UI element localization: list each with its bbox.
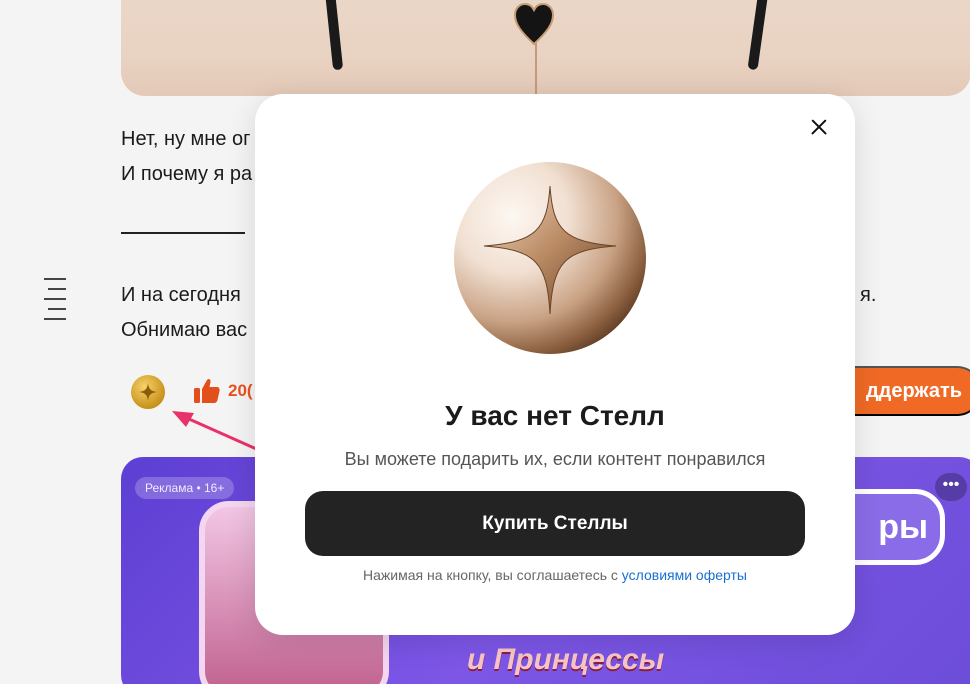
close-icon[interactable] bbox=[805, 114, 833, 142]
heart-pendant-icon bbox=[513, 2, 555, 46]
article-text-line: И на сегодня bbox=[121, 284, 241, 306]
table-of-contents-icon[interactable] bbox=[44, 278, 68, 328]
ad-title: и Принцессы bbox=[467, 643, 665, 676]
necklace-chain bbox=[535, 40, 537, 96]
offer-terms-link[interactable]: условиями оферты bbox=[622, 567, 747, 583]
strap-left bbox=[324, 0, 344, 71]
stella-coin-icon bbox=[452, 162, 648, 358]
stella-button[interactable] bbox=[131, 375, 165, 409]
sparkle-icon bbox=[139, 383, 157, 401]
article-text-line-end: я. bbox=[860, 284, 877, 306]
text-divider bbox=[121, 232, 245, 234]
thumbs-up-icon[interactable] bbox=[192, 376, 222, 406]
buy-stellas-button[interactable]: Купить Стеллы bbox=[305, 491, 805, 556]
article-text-line: Обнимаю вас bbox=[121, 319, 248, 341]
article-text-line: И почему я ра bbox=[121, 163, 253, 185]
article-text-line: Нет, ну мне ог bbox=[121, 128, 251, 150]
like-count: 20( bbox=[228, 381, 253, 400]
article-image bbox=[121, 0, 970, 96]
modal-subtitle: Вы можете подарить их, если контент понр… bbox=[344, 449, 766, 469]
modal-title: У вас нет Стелл bbox=[445, 400, 665, 431]
terms-text: Нажимая на кнопку, вы соглашаетесь с усл… bbox=[255, 567, 855, 583]
ad-label: Реклама • 16+ bbox=[135, 477, 235, 499]
ad-menu-button[interactable]: ••• bbox=[935, 473, 967, 501]
terms-prefix: Нажимая на кнопку, вы соглашаетесь с bbox=[363, 567, 622, 583]
no-stellas-modal: У вас нет Стелл Вы можете подарить их, е… bbox=[255, 94, 855, 635]
strap-right bbox=[747, 0, 769, 71]
